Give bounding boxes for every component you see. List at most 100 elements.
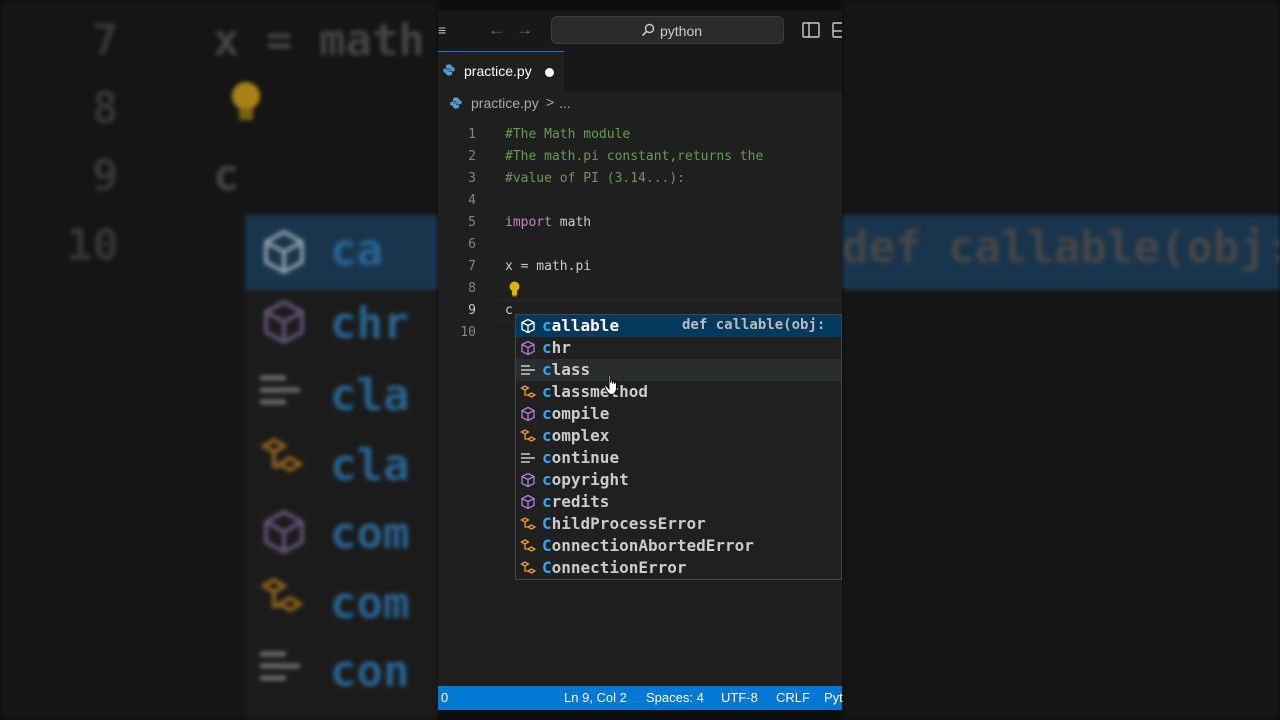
suggest-item-connectionabortederror[interactable]: ConnectionAbortedError (516, 535, 841, 557)
line-number: 2 (468, 149, 476, 164)
suggest-label: callable (542, 316, 619, 335)
breadcrumb: practice.py > ... (438, 91, 842, 115)
match-highlight: c (542, 448, 552, 467)
label-rest: allable (551, 316, 620, 335)
bg-cube-icon (264, 509, 304, 555)
bg-cube-icon (264, 299, 304, 345)
match-highlight: c (542, 360, 552, 379)
command-center-search[interactable]: python (551, 16, 784, 44)
status-left[interactable]: 0 (441, 690, 448, 705)
bg-suggest-text: con (330, 646, 410, 697)
keyword-icon (521, 365, 535, 375)
class-icon (520, 561, 536, 574)
class-icon (520, 539, 536, 552)
breadcrumb-symbols[interactable]: ... (559, 95, 571, 111)
variable-cube-icon (521, 318, 535, 334)
match-highlight: c (542, 382, 552, 401)
label-rest: hildProcessError (551, 514, 706, 533)
toggle-panel-icon[interactable] (832, 22, 842, 38)
python-file-icon (450, 97, 462, 109)
line-number: 6 (468, 237, 476, 252)
label-rest: ontinue (551, 448, 620, 467)
hand-pointer-icon (604, 374, 617, 395)
suggest-item-continue[interactable]: continue (516, 447, 841, 469)
zoomed-background-right: def callable(obj: (842, 0, 1280, 720)
suggest-label: continue (542, 448, 619, 467)
title-bar: ≡ ← → python (438, 10, 842, 51)
suggest-detail: def callable(obj: (682, 317, 826, 333)
bg-suggest-text: com (330, 508, 410, 559)
label-rest: opyright (551, 470, 629, 489)
keyword-import: import (505, 215, 552, 230)
label-rest: onnectionAbortedError (551, 536, 754, 555)
zoomed-background-left: 7 x = math 8 9 c 10 ca chr cla cla com c… (0, 0, 438, 720)
suggest-item-callable[interactable]: callable def callable(obj: (516, 315, 841, 337)
variable-cube-icon (521, 472, 535, 488)
match-highlight: C (542, 536, 552, 555)
class-icon (520, 517, 536, 530)
code-text-rest: math (551, 215, 592, 230)
suggest-item-complex[interactable]: complex (516, 425, 841, 447)
suggest-label: complex (542, 426, 609, 445)
suggest-label: copyright (542, 470, 629, 489)
label-rest: omplex (551, 426, 610, 445)
suggest-label: classmethod (542, 382, 648, 401)
bg-class-icon (260, 437, 304, 473)
search-text: python (660, 23, 703, 39)
suggest-item-credits[interactable]: credits (516, 491, 841, 513)
match-highlight: c (542, 426, 552, 445)
bg-class-icon (260, 577, 304, 613)
suggest-label: chr (542, 338, 571, 357)
suggest-item-class[interactable]: class (516, 359, 841, 381)
code-line: 3 #value of PI (3.14...): (438, 168, 842, 190)
line-number: 7 (468, 259, 476, 274)
status-language[interactable]: Pyt (824, 690, 843, 705)
forward-arrow-icon[interactable]: → (516, 20, 533, 40)
suggest-item-copyright[interactable]: copyright (516, 469, 841, 491)
bg-line-number: 7 (92, 15, 119, 66)
suggest-item-classmethod[interactable]: classmethod (516, 381, 841, 403)
bg-suggest-text: cla (330, 440, 410, 491)
code-text: c (505, 303, 513, 318)
variable-cube-icon (521, 340, 535, 356)
python-file-icon (443, 64, 455, 76)
tab-practice-py[interactable]: practice.py (438, 51, 564, 91)
menu-edge-icon[interactable]: ≡ (438, 22, 446, 38)
bg-code: c (213, 150, 240, 201)
line-number: 1 (468, 127, 476, 142)
label-rest: lassmethod (551, 382, 648, 401)
status-cursor-position[interactable]: Ln 9, Col 2 (564, 690, 627, 705)
unsaved-dot-icon[interactable] (545, 68, 554, 77)
code-line: 5 import math (438, 212, 842, 234)
bg-right-detail: def callable(obj: (842, 222, 1280, 273)
code-line: 6 (438, 234, 842, 256)
line-number: 9 (468, 303, 476, 318)
label-rest: hr (551, 338, 571, 357)
line-number: 8 (468, 281, 476, 296)
status-encoding[interactable]: UTF-8 (721, 690, 758, 705)
bg-lightbulb-icon (232, 82, 260, 120)
match-highlight: C (542, 558, 552, 577)
code-line: 8 (438, 278, 842, 300)
label-rest: ompile (551, 404, 610, 423)
status-indentation[interactable]: Spaces: 4 (646, 690, 704, 705)
breadcrumb-file[interactable]: practice.py (471, 95, 539, 111)
suggest-item-chr[interactable]: chr (516, 337, 841, 359)
back-arrow-icon[interactable]: ← (488, 20, 505, 40)
status-eol[interactable]: CRLF (776, 690, 810, 705)
tab-bar: practice.py (438, 51, 842, 91)
lightbulb-icon[interactable] (508, 281, 521, 297)
suggest-label: ConnectionError (542, 558, 687, 577)
code-text: #The math.pi constant,returns the (505, 149, 764, 164)
suggest-item-compile[interactable]: compile (516, 403, 841, 425)
code-line: 1 #The Math module (438, 124, 842, 146)
match-highlight: c (542, 470, 552, 489)
suggest-item-childprocesserror[interactable]: ChildProcessError (516, 513, 841, 535)
bg-suggest-text: cla (330, 370, 410, 421)
suggest-item-connectionerror[interactable]: ConnectionError (516, 557, 841, 579)
code-line: 7 x = math.pi (438, 256, 842, 278)
toggle-sidebar-icon[interactable] (802, 22, 820, 38)
match-highlight: C (542, 514, 552, 533)
bg-cube-icon (264, 229, 304, 275)
code-text: x = math.pi (505, 259, 592, 274)
